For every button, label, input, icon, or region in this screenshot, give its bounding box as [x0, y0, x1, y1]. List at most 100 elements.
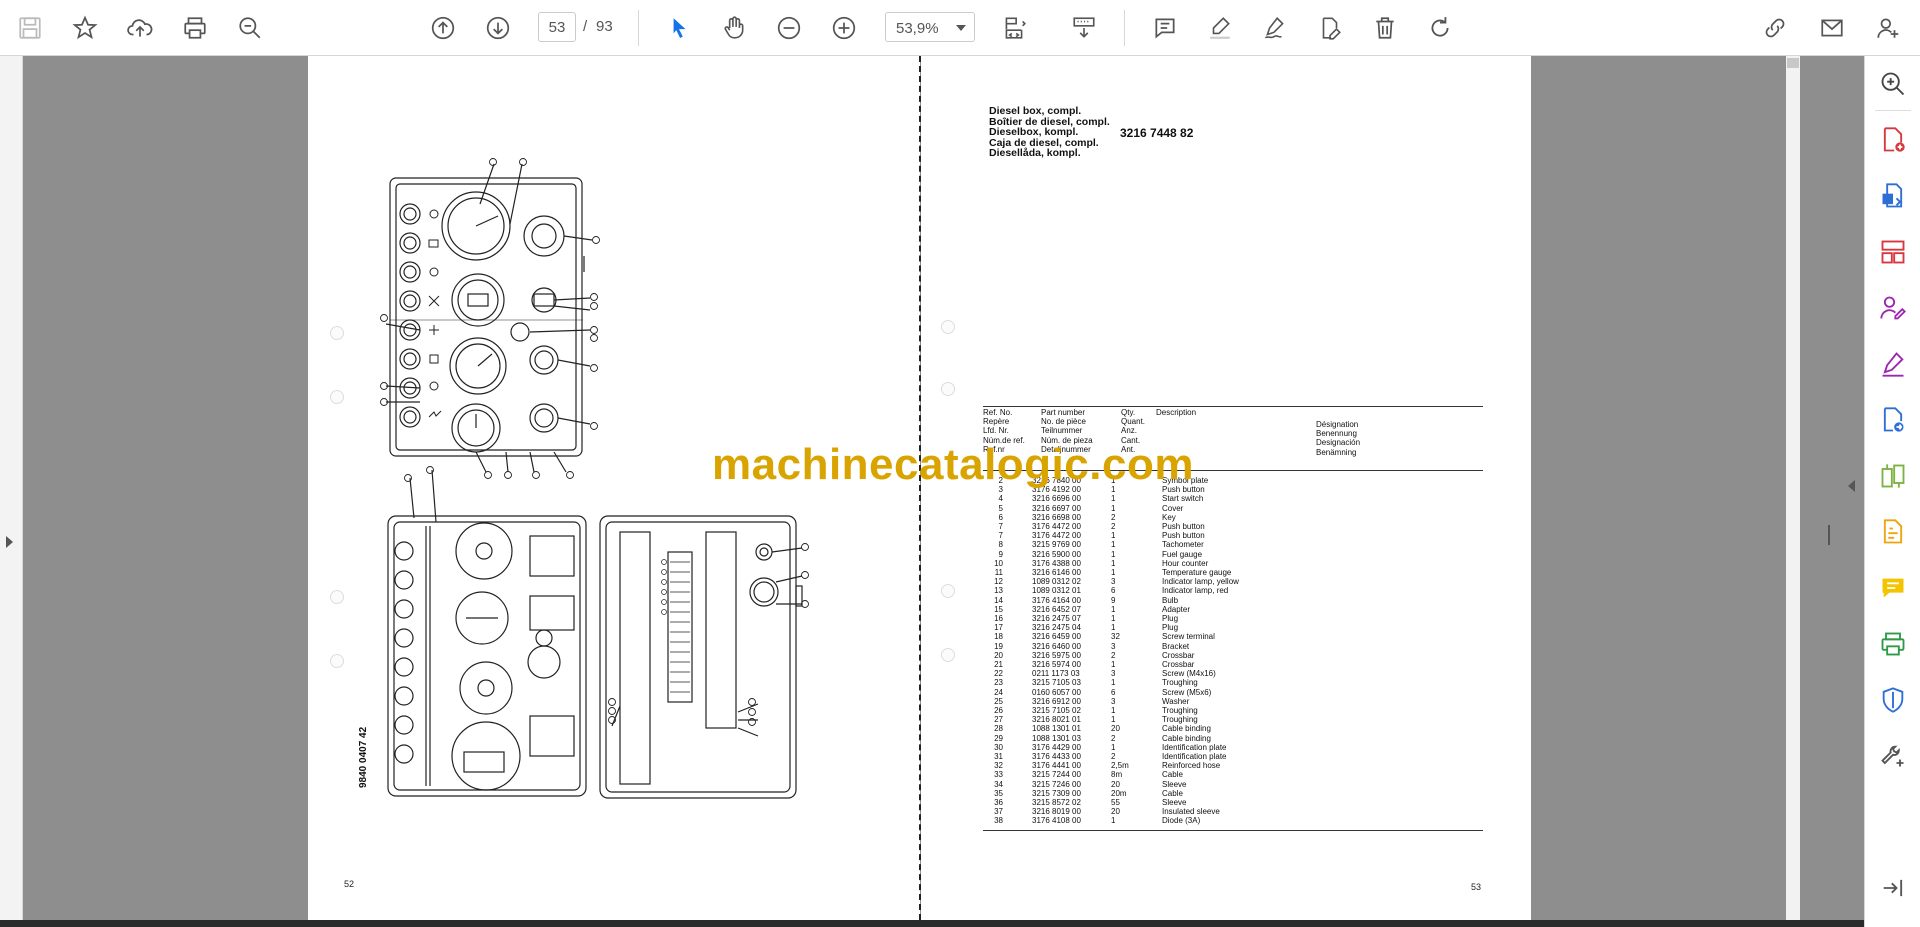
table-row: 27 3216 8021 01 1 Troughing	[983, 715, 1483, 724]
ref-cell: 23	[994, 678, 1003, 688]
page-number-input[interactable]: 53	[538, 12, 576, 42]
export-pdf-icon[interactable]	[1877, 180, 1909, 212]
fill-sign-icon[interactable]	[1877, 348, 1909, 380]
scrollbar-thumb[interactable]	[1787, 58, 1799, 68]
vertical-scrollbar[interactable]	[1786, 56, 1800, 921]
prev-page-icon[interactable]	[425, 10, 461, 46]
ref-cell: 12	[994, 577, 1003, 587]
comment-icon[interactable]	[1147, 10, 1183, 46]
ref-cell: 28	[994, 724, 1003, 734]
create-pdf-icon[interactable]	[1877, 124, 1909, 156]
rotate-icon[interactable]	[1422, 10, 1458, 46]
ref-cell: 13	[994, 586, 1003, 596]
description-cell: Push button	[1162, 522, 1205, 531]
ref-cell: 34	[994, 779, 1003, 789]
protect-icon[interactable]	[1877, 684, 1909, 716]
scroll-mode-icon[interactable]	[1066, 10, 1102, 46]
zoom-select[interactable]: 53,9%	[885, 12, 975, 42]
ref-cell: 5	[998, 503, 1003, 513]
qty-cell: 2	[1111, 733, 1116, 743]
header-designation: Désignation Benennung Designación Benämning	[1316, 420, 1361, 457]
qty-cell: 3	[1111, 577, 1116, 587]
edit-pdf-icon[interactable]	[1877, 516, 1909, 548]
binder-hole	[330, 326, 344, 340]
ref-cell: 35	[994, 788, 1003, 798]
description-cell: Fuel gauge	[1162, 549, 1203, 559]
qty-cell: 1	[1111, 614, 1116, 623]
part-number-cell: 3215 7246 00	[1032, 779, 1081, 789]
page-fit-icon[interactable]	[996, 10, 1032, 46]
mail-icon[interactable]	[1814, 10, 1850, 46]
qty-cell: 55	[1111, 798, 1120, 807]
part-number-cell: 3215 9769 00	[1032, 540, 1081, 550]
print-icon[interactable]	[177, 10, 213, 46]
description-cell: Screw (M4x16)	[1162, 669, 1216, 679]
zoom-out-icon[interactable]	[771, 10, 807, 46]
part-number-cell: 3176 4429 00	[1032, 742, 1081, 752]
table-row: 4 3216 6696 00 1 Start switch	[983, 494, 1483, 503]
chevron-left-icon[interactable]	[1848, 480, 1855, 492]
send-review-icon[interactable]	[1877, 404, 1909, 436]
part-number-cell: 3176 4164 00	[1032, 595, 1081, 605]
qty-cell: 20	[1111, 779, 1120, 789]
next-page-icon[interactable]	[480, 10, 516, 46]
table-row: 35 3215 7309 00 20m Cable	[983, 789, 1483, 798]
table-row: 19 3216 6460 00 3 Bracket	[983, 642, 1483, 651]
part-number-cell: 3216 8019 00	[1032, 807, 1081, 817]
edit-icon[interactable]	[1312, 10, 1348, 46]
binder-hole	[330, 654, 344, 668]
table-row: 12 1089 0312 02 3 Indicator lamp, yellow	[983, 577, 1483, 586]
description-cell: Temperature gauge	[1162, 568, 1232, 577]
qty-cell: 1	[1111, 816, 1116, 826]
table-row: 18 3216 6459 00 32 Screw terminal	[983, 632, 1483, 641]
table-row: 38 3176 4108 00 1 Diode (3A)	[983, 816, 1483, 825]
description-cell: Identification plate	[1162, 752, 1227, 761]
zoom-search-icon[interactable]	[232, 10, 268, 46]
qty-cell: 1	[1111, 568, 1116, 577]
part-number-cell: 3176 4441 00	[1032, 761, 1081, 771]
request-signature-icon[interactable]	[1877, 292, 1909, 324]
ref-cell: 30	[994, 742, 1003, 752]
qty-cell: 6	[1111, 586, 1116, 596]
binder-hole	[941, 584, 955, 598]
left-panel-toggle[interactable]	[0, 56, 23, 921]
part-number-cell: 3216 6146 00	[1032, 568, 1081, 577]
left-page-number: 52	[344, 879, 355, 889]
save-icon[interactable]	[12, 10, 48, 46]
qty-cell: 3	[1111, 696, 1116, 706]
print-production-icon[interactable]	[1877, 628, 1909, 660]
description-cell: Bulb	[1162, 595, 1179, 605]
ref-cell: 27	[994, 715, 1003, 725]
hand-icon[interactable]	[716, 10, 752, 46]
account-icon[interactable]	[1870, 10, 1906, 46]
tools-panel	[1864, 56, 1920, 927]
zoom-in-icon[interactable]	[826, 10, 862, 46]
qty-cell: 2,5m	[1111, 761, 1129, 771]
find-icon[interactable]	[1877, 68, 1909, 100]
ref-cell: 24	[994, 687, 1003, 697]
table-row: 33 3215 7244 00 8m Cable	[983, 770, 1483, 779]
panel-splitter[interactable]	[1828, 525, 1830, 545]
qty-cell: 2	[1111, 752, 1116, 761]
table-rule	[983, 829, 1483, 831]
link-icon[interactable]	[1757, 10, 1793, 46]
part-number-cell: 3216 6697 00	[1032, 503, 1081, 513]
ref-cell: 17	[994, 623, 1003, 633]
description-cell: Push button	[1162, 531, 1205, 541]
table-row: 8 3215 9769 00 1 Tachometer	[983, 540, 1483, 549]
highlight-icon[interactable]	[1202, 10, 1238, 46]
more-tools-icon[interactable]	[1877, 740, 1909, 772]
delete-icon[interactable]	[1367, 10, 1403, 46]
sign-icon[interactable]	[1257, 10, 1293, 46]
table-row: 5 3216 6697 00 1 Cover	[983, 504, 1483, 513]
ref-cell: 6	[998, 512, 1003, 522]
select-cursor-icon[interactable]	[661, 10, 697, 46]
part-number-cell: 3176 4472 00	[1032, 522, 1081, 531]
star-icon[interactable]	[67, 10, 103, 46]
organize-pages-icon[interactable]	[1877, 236, 1909, 268]
upload-icon[interactable]	[122, 10, 158, 46]
collapse-panel-icon[interactable]	[1877, 872, 1909, 904]
compare-icon[interactable]	[1877, 460, 1909, 492]
comment-tool-icon[interactable]	[1877, 572, 1909, 604]
ref-cell: 31	[994, 752, 1003, 761]
